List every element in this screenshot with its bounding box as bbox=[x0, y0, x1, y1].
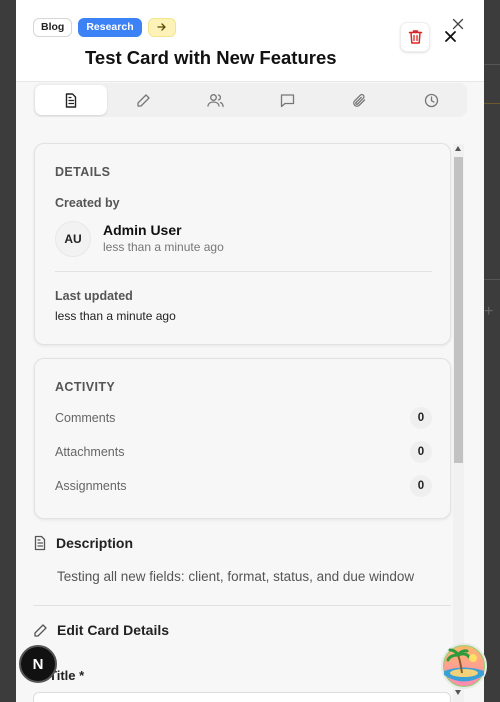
created-time: less than a minute ago bbox=[103, 240, 224, 254]
avatar: AU bbox=[55, 221, 91, 257]
tab-details[interactable] bbox=[35, 85, 107, 115]
card-title: Test Card with New Features bbox=[85, 47, 337, 68]
background-divider bbox=[484, 103, 500, 104]
activity-label: Assignments bbox=[55, 479, 127, 493]
clock-icon bbox=[424, 93, 438, 107]
edit-heading-row: Edit Card Details bbox=[33, 622, 169, 638]
tag-arrow[interactable] bbox=[147, 18, 176, 37]
creator-name: Admin User bbox=[103, 222, 182, 238]
delete-button[interactable] bbox=[400, 22, 430, 52]
arrow-right-icon bbox=[156, 23, 166, 31]
document-icon bbox=[65, 92, 77, 108]
activity-count: 0 bbox=[410, 407, 432, 429]
tab-comments[interactable] bbox=[251, 83, 323, 117]
background-divider bbox=[484, 279, 500, 280]
details-divider bbox=[55, 271, 432, 272]
users-icon bbox=[206, 93, 224, 107]
activity-row-attachments: Attachments 0 bbox=[55, 441, 432, 463]
activity-heading: ACTIVITY bbox=[55, 380, 116, 394]
activity-label: Attachments bbox=[55, 445, 125, 459]
scroll-down-arrow[interactable] bbox=[455, 690, 461, 695]
tag-research[interactable]: Research bbox=[78, 18, 142, 37]
card-modal: Blog Research Test Card with New Feature… bbox=[16, 0, 484, 702]
tab-bar bbox=[33, 83, 467, 117]
activity-panel: ACTIVITY Comments 0 Attachments 0 Assign… bbox=[34, 358, 451, 519]
details-panel: DETAILS Created by AU Admin User less th… bbox=[34, 143, 451, 345]
document-icon bbox=[34, 535, 46, 551]
pencil-icon bbox=[136, 93, 150, 107]
tab-history[interactable] bbox=[395, 83, 467, 117]
close-icon[interactable] bbox=[444, 30, 457, 43]
tab-attachments[interactable] bbox=[323, 83, 395, 117]
activity-label: Comments bbox=[55, 411, 116, 425]
description-text[interactable]: Testing all new fields: client, format, … bbox=[57, 569, 414, 584]
activity-row-comments: Comments 0 bbox=[55, 407, 432, 429]
activity-count: 0 bbox=[410, 475, 432, 497]
details-heading: DETAILS bbox=[55, 165, 111, 179]
description-heading: Description bbox=[56, 535, 134, 551]
close-icon[interactable] bbox=[452, 18, 464, 30]
modal-header: Blog Research Test Card with New Feature… bbox=[16, 0, 484, 82]
scrollbar-thumb[interactable] bbox=[454, 157, 463, 463]
created-by-label: Created by bbox=[55, 196, 120, 210]
paperclip-icon bbox=[352, 93, 365, 107]
nextjs-dev-badge[interactable]: N bbox=[19, 645, 57, 683]
scroll-up-arrow[interactable] bbox=[455, 146, 461, 151]
tag-blog[interactable]: Blog bbox=[33, 18, 73, 37]
title-input[interactable] bbox=[33, 692, 451, 702]
tab-members[interactable] bbox=[179, 83, 251, 117]
trash-icon bbox=[408, 30, 422, 44]
background-divider bbox=[484, 64, 500, 65]
last-updated-value: less than a minute ago bbox=[55, 309, 176, 323]
beach-island-icon[interactable] bbox=[440, 642, 488, 690]
section-divider bbox=[33, 605, 451, 606]
activity-count: 0 bbox=[410, 441, 432, 463]
description-heading-row: Description bbox=[33, 535, 133, 551]
edit-heading: Edit Card Details bbox=[57, 622, 170, 638]
tag-list: Blog Research bbox=[33, 18, 176, 37]
pencil-icon bbox=[34, 623, 47, 637]
tab-edit[interactable] bbox=[107, 83, 179, 117]
last-updated-label: Last updated bbox=[55, 289, 133, 303]
activity-row-assignments: Assignments 0 bbox=[55, 475, 432, 497]
comment-icon bbox=[280, 93, 294, 107]
background-plus-icon: + bbox=[484, 303, 494, 320]
